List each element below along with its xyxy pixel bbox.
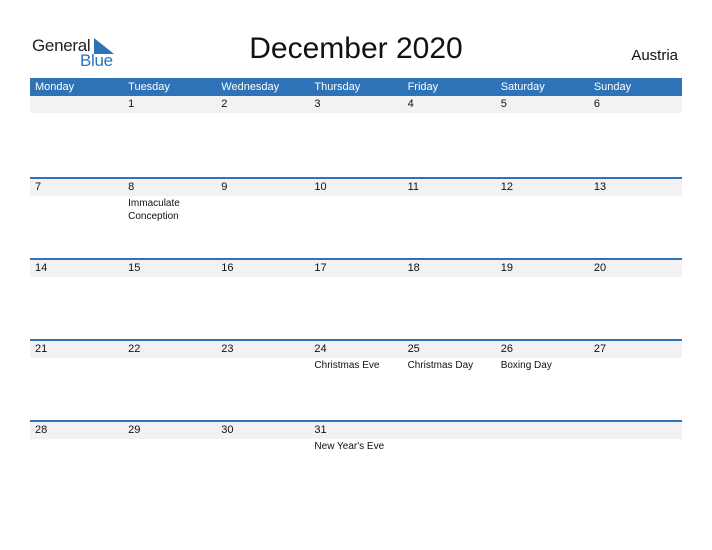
day-number: 9 <box>221 181 228 193</box>
day-number: 22 <box>128 343 141 355</box>
day-number: 23 <box>221 343 234 355</box>
holiday-label <box>30 196 123 223</box>
calendar-grid: Monday Tuesday Wednesday Thursday Friday… <box>30 78 682 501</box>
day-number: 11 <box>407 181 419 193</box>
day-number: 21 <box>35 343 48 355</box>
date-strip: 7 8 9 10 11 12 13 <box>30 179 682 196</box>
week-row: 28 29 30 31 New Year's Eve <box>30 420 682 501</box>
country-label: Austria <box>631 47 678 64</box>
holiday-label <box>589 358 682 372</box>
day-number: 24 <box>314 343 327 355</box>
day-number <box>589 422 682 439</box>
day-number: 7 <box>35 181 42 193</box>
date-strip: 14 15 16 17 18 19 20 <box>30 260 682 277</box>
weekday-wednesday: Wednesday <box>221 81 280 93</box>
events-row: Immaculate Conception <box>30 196 682 223</box>
weekday-saturday: Saturday <box>500 81 545 93</box>
day-number: 4 <box>407 98 414 110</box>
holiday-label <box>216 196 309 223</box>
holiday-label <box>30 358 123 372</box>
day-number: 26 <box>500 343 513 355</box>
holiday-label <box>30 439 123 453</box>
holiday-label <box>30 277 123 278</box>
day-number: 29 <box>128 424 141 436</box>
holiday-label <box>309 277 402 278</box>
holiday-label <box>123 358 216 372</box>
day-number: 3 <box>314 98 321 110</box>
weekday-friday: Friday <box>407 81 439 93</box>
day-number: 17 <box>314 262 327 274</box>
date-strip: 21 22 23 24 25 26 27 <box>30 341 682 358</box>
day-number: 1 <box>128 98 135 110</box>
day-number <box>496 422 589 439</box>
holiday-label <box>403 113 496 114</box>
holiday-label <box>123 439 216 453</box>
day-number: 19 <box>500 262 513 274</box>
holiday-label <box>403 277 496 278</box>
week-row: 1 2 3 4 5 6 <box>30 96 682 177</box>
events-row <box>30 277 682 278</box>
day-number: 14 <box>35 262 48 274</box>
day-number <box>403 422 496 439</box>
day-number: 5 <box>500 98 507 110</box>
holiday-label <box>496 277 589 278</box>
events-row: New Year's Eve <box>30 439 682 453</box>
day-number: 6 <box>593 98 600 110</box>
day-number: 27 <box>593 343 607 355</box>
holiday-label: Christmas Eve <box>314 360 380 371</box>
holiday-label <box>123 277 216 278</box>
holiday-label <box>403 439 496 453</box>
day-number: 16 <box>221 262 234 274</box>
date-strip: 1 2 3 4 5 6 <box>30 96 682 113</box>
day-number: 31 <box>314 424 327 436</box>
holiday-label: New Year's Eve <box>314 441 385 452</box>
holiday-label <box>589 277 682 278</box>
holiday-label <box>309 196 402 223</box>
events-row <box>30 113 682 114</box>
day-number: 30 <box>221 424 234 436</box>
day-number: 8 <box>128 181 135 193</box>
holiday-label: Immaculate Conception <box>128 198 180 222</box>
holiday-label <box>309 113 402 114</box>
day-number <box>30 96 123 113</box>
day-number: 2 <box>221 98 228 110</box>
date-strip: 28 29 30 31 <box>30 422 682 439</box>
holiday-label <box>30 113 123 114</box>
holiday-label <box>216 113 309 114</box>
weekday-sunday: Sunday <box>593 81 632 93</box>
holiday-label: Christmas Day <box>407 360 474 371</box>
weekday-tuesday: Tuesday <box>128 81 170 93</box>
day-number: 13 <box>593 181 607 193</box>
holiday-label: Boxing Day <box>500 360 552 371</box>
day-number: 12 <box>500 181 513 193</box>
weekday-monday: Monday <box>35 81 75 93</box>
week-row: 14 15 16 17 18 19 20 <box>30 258 682 339</box>
week-row: 21 22 23 24 25 26 27 Christmas Eve Christmas Day… <box>30 339 682 420</box>
holiday-label <box>123 113 216 114</box>
holiday-label <box>496 196 589 223</box>
weekday-header: Monday Tuesday Wednesday Thursday Friday… <box>30 78 682 96</box>
page-title: December 2020 <box>249 32 463 65</box>
weekday-thursday: Thursday <box>314 81 361 93</box>
holiday-label <box>216 439 309 453</box>
events-row: Christmas Eve Christmas Day Boxing Day <box>30 358 682 372</box>
holiday-label <box>589 196 682 223</box>
holiday-label <box>216 277 309 278</box>
holiday-label <box>496 113 589 114</box>
day-number: 20 <box>593 262 607 274</box>
day-number: 25 <box>407 343 420 355</box>
day-number: 15 <box>128 262 141 274</box>
holiday-label <box>589 113 682 114</box>
day-number: 18 <box>407 262 420 274</box>
holiday-label <box>589 439 682 453</box>
holiday-label <box>403 196 496 223</box>
day-number: 28 <box>35 424 48 436</box>
day-number: 10 <box>314 181 327 193</box>
week-row: 7 8 9 10 11 12 13 Immaculate Conception <box>30 177 682 258</box>
holiday-label <box>496 439 589 453</box>
holiday-label <box>216 358 309 372</box>
